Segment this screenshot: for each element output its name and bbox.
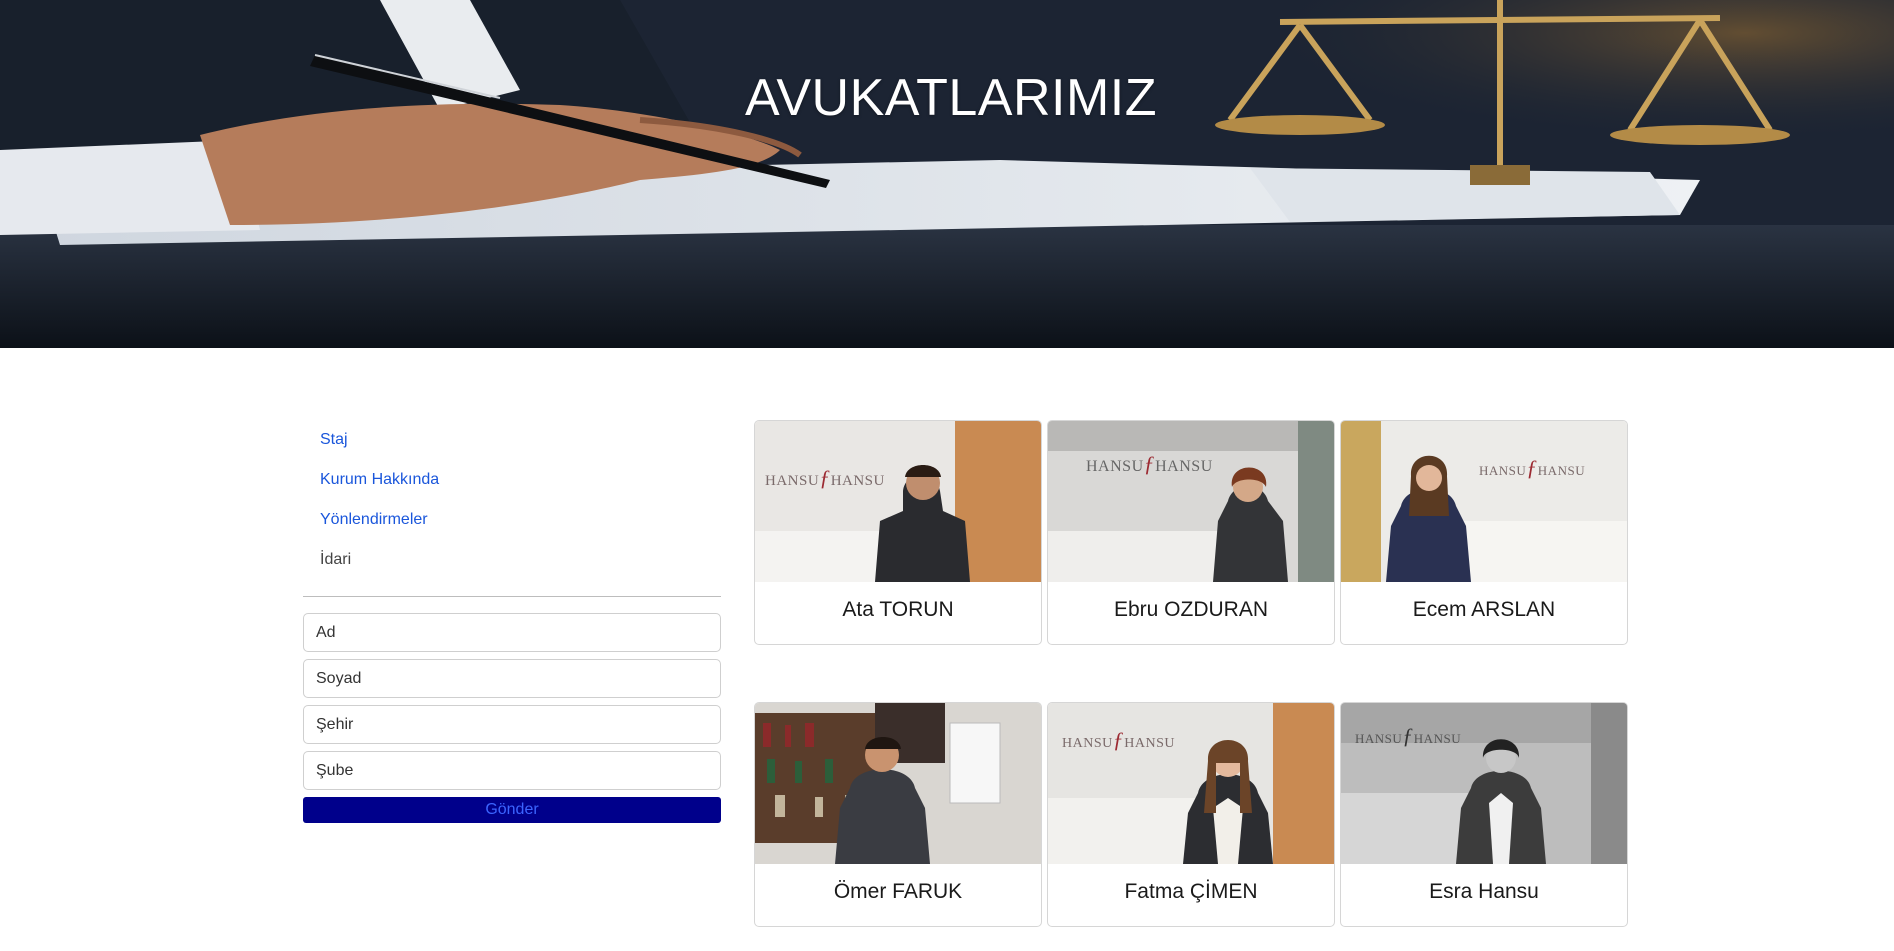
sidebar-item-staj[interactable]: Staj: [303, 420, 721, 460]
sidebar-divider: [303, 596, 721, 597]
lawyer-photo: HANSUƒHANSU: [1048, 421, 1334, 582]
firm-logo: HANSUƒHANSU: [765, 465, 885, 490]
firm-logo: HANSUƒHANSU: [1355, 723, 1462, 748]
lawyer-name: Ebru OZDURAN: [1113, 598, 1269, 621]
lawyer-card[interactable]: HANSUƒHANSU Ata TORUN: [754, 420, 1042, 645]
sidebar-item-yonlendirmeler[interactable]: Yönlendirmeler: [303, 500, 721, 540]
lawyer-photo: HANSUƒHANSU: [1341, 703, 1627, 864]
firm-logo: HANSUƒHANSU: [1062, 727, 1175, 752]
hero-background-image: [0, 0, 1894, 348]
sidebar-item-kurum-hakkinda[interactable]: Kurum Hakkında: [303, 460, 721, 500]
lawyer-name: Ecem ARSLAN: [1412, 598, 1556, 621]
lawyer-name: Esra Hansu: [1429, 880, 1539, 903]
lawyer-card[interactable]: HANSUƒHANSU Ecem ARSLAN: [1340, 420, 1628, 645]
lawyer-photo: HANSUƒHANSU: [755, 421, 1041, 582]
branch-input[interactable]: [303, 751, 721, 790]
sidebar-item-idari: İdari: [320, 551, 352, 568]
lawyer-photo: [755, 703, 1041, 864]
page-title: AVUKATLARIMIZ: [745, 69, 1157, 127]
lawyer-name: Fatma ÇİMEN: [1124, 880, 1258, 903]
lawyer-card[interactable]: HANSUƒHANSU Fatma ÇİMEN: [1047, 702, 1335, 927]
contact-form: Gönder: [303, 613, 721, 823]
lawyer-card[interactable]: HANSUƒHANSU Ebru OZDURAN: [1047, 420, 1335, 645]
submit-button[interactable]: Gönder: [303, 797, 721, 823]
firm-logo: HANSUƒHANSU: [1086, 451, 1213, 476]
last-name-input[interactable]: [303, 659, 721, 698]
first-name-input[interactable]: [303, 613, 721, 652]
lawyer-photo: HANSUƒHANSU: [1048, 703, 1334, 864]
lawyer-name: Ömer FARUK: [833, 880, 963, 903]
city-input[interactable]: [303, 705, 721, 744]
firm-logo: HANSUƒHANSU: [1479, 455, 1586, 480]
lawyer-card[interactable]: Ömer FARUK: [754, 702, 1042, 927]
lawyer-card[interactable]: HANSUƒHANSU Esra Hansu: [1340, 702, 1628, 927]
lawyer-name: Ata TORUN: [842, 598, 954, 621]
hero-banner: AVUKATLARIMIZ: [0, 0, 1894, 348]
sidebar: Staj Kurum Hakkında Yönlendirmeler İdari…: [303, 420, 721, 823]
lawyer-photo: HANSUƒHANSU: [1341, 421, 1627, 582]
